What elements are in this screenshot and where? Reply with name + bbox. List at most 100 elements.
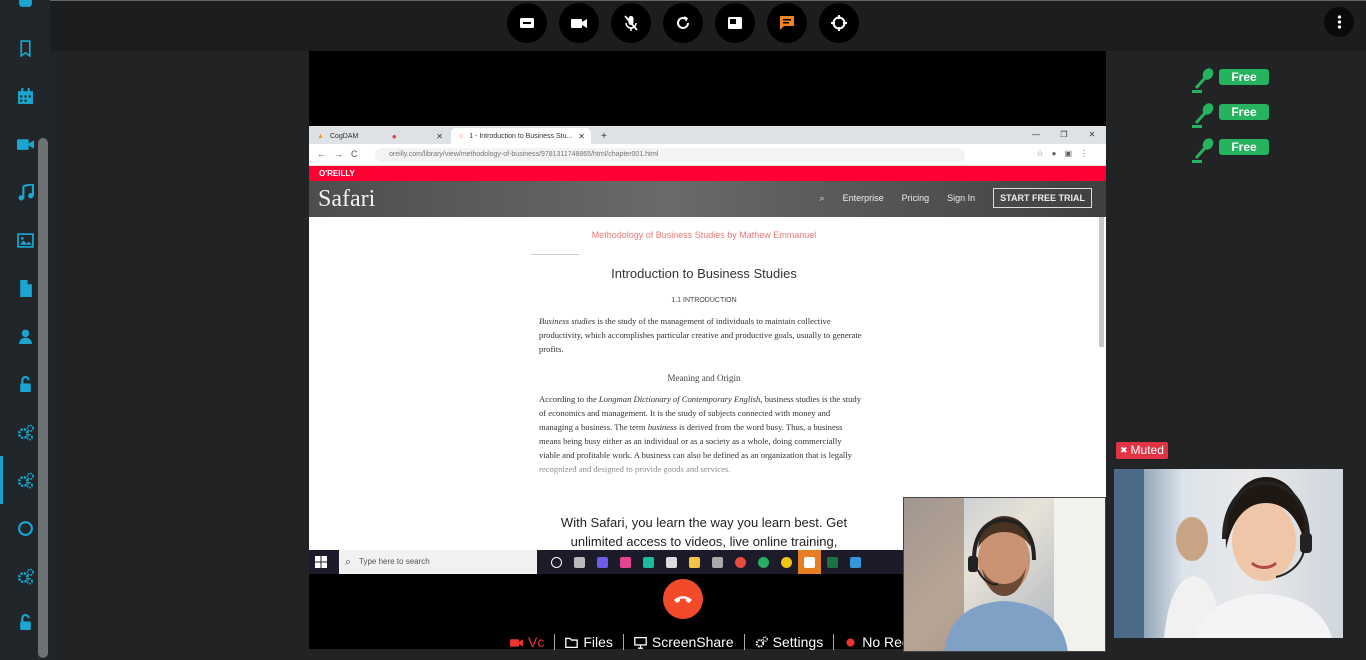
app-icon[interactable] (844, 550, 867, 574)
taskbar-search-input[interactable]: Type here to search (339, 550, 537, 574)
hangup-icon (674, 596, 692, 603)
more-vertical-icon (1337, 15, 1341, 29)
app-icon[interactable] (637, 550, 660, 574)
folder-open-icon (565, 637, 579, 648)
app-icon[interactable] (614, 550, 637, 574)
sidebar-item-top[interactable] (0, 0, 50, 24)
windows-start-icon[interactable] (315, 556, 327, 568)
top-toolbar (50, 0, 1366, 51)
image-icon (16, 232, 34, 248)
camera-icon (571, 19, 587, 28)
close-tab-icon[interactable]: ✕ (578, 132, 585, 141)
app-icon[interactable] (798, 550, 821, 574)
record-dot-icon: ● (391, 131, 397, 141)
taskbar-apps (545, 550, 867, 574)
divider (531, 254, 579, 255)
browser-tab[interactable]: ▲ CogDAM ● ✕ (309, 128, 449, 144)
emphasis: business (647, 422, 677, 432)
seat-slot[interactable]: Free (1190, 66, 1280, 94)
screenshare-button[interactable]: ScreenShare (624, 634, 745, 650)
book-title-link[interactable]: Methodology of Business Studies by Mathe… (309, 230, 1099, 240)
section-heading: 1.1 INTRODUCTION (671, 297, 737, 304)
extension-icons[interactable]: ☆●▣⋮ (1036, 149, 1096, 158)
monitor-icon (634, 636, 647, 649)
unlock-icon (19, 375, 31, 392)
chrome-icon[interactable] (752, 550, 775, 574)
window-controls: — ❐ ✕ (1022, 126, 1106, 144)
target-icon (831, 15, 847, 31)
search-icon[interactable]: ⌕ (820, 193, 825, 204)
participant-video-woman[interactable] (1114, 469, 1343, 638)
text-fade (529, 457, 874, 487)
muted-label: Muted (1130, 443, 1164, 457)
gears-icon (17, 568, 34, 584)
vc-button[interactable]: Vc (500, 634, 556, 650)
emphasis: Business studies (539, 316, 596, 326)
sidebar-item-bookmark[interactable] (0, 24, 50, 72)
subheading: Meaning and Origin (667, 373, 741, 383)
chat-icon (780, 16, 794, 30)
screen-icon (728, 17, 742, 29)
refresh-icon (677, 16, 689, 29)
app-icon[interactable] (660, 550, 683, 574)
maximize-icon[interactable]: ❐ (1050, 126, 1078, 144)
muted-badge: ✖ Muted (1116, 442, 1168, 459)
app-icon[interactable] (591, 550, 614, 574)
bookmark-icon (19, 39, 31, 57)
vc-label: Vc (528, 634, 545, 650)
participant-video-man[interactable] (903, 497, 1106, 652)
excel-icon[interactable] (821, 550, 844, 574)
browser-tab-active[interactable]: ○ 1 - Introduction to Business Stu... ✕ (451, 128, 591, 144)
refresh-button[interactable] (663, 3, 703, 43)
chat-button[interactable] (767, 3, 807, 43)
video-icon (510, 638, 523, 647)
oreilly-brand-strip: O'REILLY (309, 166, 1106, 181)
whiteboard-button[interactable] (507, 3, 547, 43)
url-field[interactable]: oreilly.com/library/view/methodology-of-… (375, 148, 965, 162)
safari-logo[interactable]: Safari (318, 186, 375, 213)
minimize-icon[interactable]: — (1022, 126, 1050, 144)
sidebar-item-calendar[interactable] (0, 72, 50, 120)
page-scrollbar[interactable] (1099, 217, 1104, 347)
chevron-icon (18, 0, 32, 7)
unlock-icon (19, 613, 31, 630)
participant-photo (1114, 469, 1332, 638)
microphone-icon (1192, 138, 1214, 163)
mic-off-button[interactable] (611, 3, 651, 43)
mic-off-icon (624, 15, 638, 31)
close-window-icon[interactable]: ✕ (1078, 126, 1106, 144)
nav-arrows-icon[interactable]: ←→C (317, 149, 366, 159)
seat-slot[interactable]: Free (1190, 101, 1280, 129)
music-icon (18, 183, 34, 200)
close-tab-icon[interactable]: ✕ (436, 132, 443, 141)
settings-label: Settings (772, 634, 824, 650)
gears-icon (17, 424, 34, 440)
settings-button[interactable]: Settings (745, 634, 835, 650)
nav-sign-in[interactable]: Sign In (947, 193, 975, 203)
favicon-icon: ○ (459, 132, 464, 140)
folder-icon[interactable] (683, 550, 706, 574)
task-view-icon[interactable] (568, 550, 591, 574)
record-dot-icon (846, 637, 855, 647)
app-icon[interactable] (706, 550, 729, 574)
camera-button[interactable] (559, 3, 599, 43)
nav-pricing[interactable]: Pricing (902, 193, 930, 203)
nav-enterprise[interactable]: Enterprise (843, 193, 884, 203)
chrome-icon[interactable] (729, 550, 752, 574)
file-icon (19, 279, 32, 297)
start-free-trial-button[interactable]: START FREE TRIAL (993, 188, 1092, 208)
end-call-button[interactable] (663, 579, 703, 619)
more-options-button[interactable] (1324, 7, 1354, 37)
seat-slot[interactable]: Free (1190, 136, 1280, 164)
sidebar-scrollbar[interactable] (38, 138, 48, 658)
files-button[interactable]: Files (555, 634, 624, 650)
browser-tab-label: CogDAM (329, 132, 359, 140)
chrome-icon[interactable] (775, 550, 798, 574)
seat-free-badge: Free (1219, 104, 1269, 120)
cortana-icon[interactable] (545, 550, 568, 574)
meeting-app: ▲ CogDAM ● ✕ ○ 1 - Introduction to Busin… (0, 0, 1366, 660)
target-button[interactable] (819, 3, 859, 43)
new-tab-button[interactable]: + (597, 128, 607, 144)
meeting-controls: Vc Files ScreenShare Settings No Reco (500, 631, 927, 653)
screen-layout-button[interactable] (715, 3, 755, 43)
